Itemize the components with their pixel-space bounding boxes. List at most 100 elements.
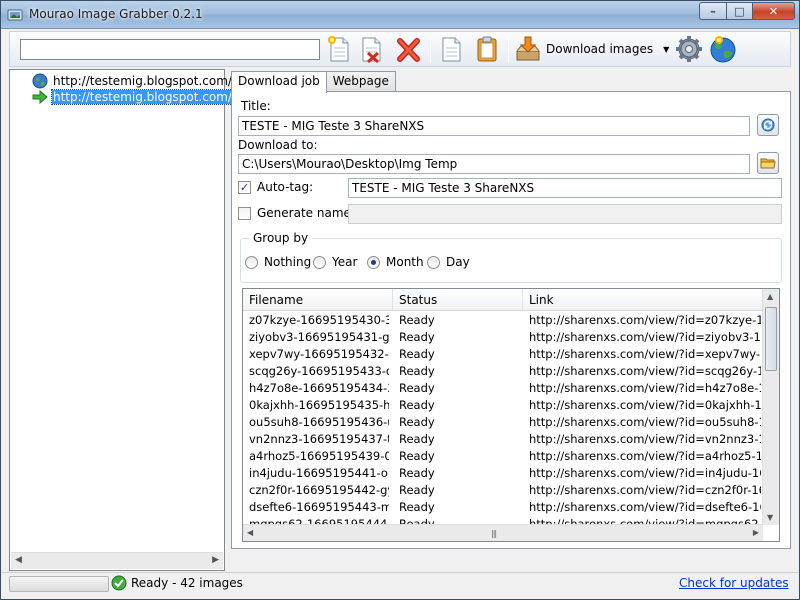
progress-bar xyxy=(9,576,109,592)
title-bar[interactable]: Mourao Image Grabber 0.2.1 – □ ✕ xyxy=(1,1,799,29)
scrollbar-thumb[interactable] xyxy=(765,307,777,371)
autotag-label: Auto-tag: xyxy=(257,180,314,194)
maximize-button[interactable]: □ xyxy=(726,2,752,20)
column-link[interactable]: Link xyxy=(523,289,763,311)
table-row[interactable]: xepv7wy-16695195432-wjh... Ready http://sh… xyxy=(243,346,763,363)
folder-icon xyxy=(760,158,776,169)
gear-icon xyxy=(676,36,702,62)
minimize-button[interactable]: – xyxy=(699,2,726,20)
scroll-up-icon[interactable]: ▲ xyxy=(767,292,773,301)
table-row[interactable]: a4rhoz5-16695195439-0z77... Ready http://s… xyxy=(243,448,763,465)
settings-button[interactable] xyxy=(674,34,704,64)
radio-label: Year xyxy=(332,255,358,269)
status-cell: Ready xyxy=(399,364,435,378)
radio-circle xyxy=(313,255,326,269)
column-filename[interactable]: Filename xyxy=(243,289,393,311)
dropdown-arrow-icon[interactable]: ▼ xyxy=(663,45,669,54)
filename-cell: a4rhoz5-16695195439-0z77... xyxy=(249,449,389,463)
table-row[interactable]: czn2f0r-16695195442-gyjpo... Ready http://… xyxy=(243,482,763,499)
link-cell: http://sharenxs.com/view/?id=dsefte6-166… xyxy=(529,500,761,514)
radio-circle-selected xyxy=(367,255,380,269)
table-row[interactable]: dsefte6-16695195443-mgdy... Ready http://s… xyxy=(243,499,763,516)
new-job-button[interactable] xyxy=(324,34,354,64)
generate-names-field[interactable] xyxy=(348,204,782,224)
clipboard-icon xyxy=(477,36,497,62)
scroll-left-icon[interactable]: ◀ xyxy=(15,555,22,565)
website-button[interactable] xyxy=(708,34,738,64)
list-horizontal-scrollbar[interactable]: ◀ ||| ▶ xyxy=(243,524,763,541)
download-images-label: Download images xyxy=(546,42,654,56)
status-bar: Ready - 42 images Check for updates xyxy=(1,572,799,599)
tab-strip: Download job Webpage xyxy=(231,71,396,93)
column-status[interactable]: Status xyxy=(393,289,523,311)
link-cell: http://sharenxs.com/view/?id=vn2nnz3-166… xyxy=(529,432,761,446)
table-row[interactable]: vn2nnz3-16695195437-tk7x... Ready http://s… xyxy=(243,431,763,448)
table-row[interactable]: ou5suh8-16695195436-umx... Ready http://sh… xyxy=(243,414,763,431)
tab-webpage[interactable]: Webpage xyxy=(325,71,396,92)
status-cell: Ready xyxy=(399,398,435,412)
status-cell: Ready xyxy=(399,330,435,344)
status-cell: Ready xyxy=(399,347,435,361)
generate-names-checkbox[interactable] xyxy=(238,207,251,220)
refresh-icon xyxy=(761,118,775,132)
status-cell: Ready xyxy=(399,313,435,327)
scroll-right-icon[interactable]: ▶ xyxy=(753,528,759,537)
toolbar-separator xyxy=(430,37,431,63)
table-row[interactable]: ziyobv3-16695195431-gwd... Ready http://sh… xyxy=(243,329,763,346)
table-row[interactable]: z07kzye-16695195430-3gu... Ready http://sh… xyxy=(243,312,763,329)
close-window-button[interactable]: ✕ xyxy=(752,2,795,20)
filename-cell: in4judu-16695195441-oi35h... xyxy=(249,466,389,480)
scroll-down-icon[interactable]: ▼ xyxy=(767,513,773,522)
scroll-right-icon[interactable]: ▶ xyxy=(212,555,219,565)
group-by-label: Group by xyxy=(249,231,313,245)
filename-cell: vn2nnz3-16695195437-tk7x... xyxy=(249,432,389,446)
table-row[interactable]: scqg26y-16695195433-dtqy... Ready http://s… xyxy=(243,363,763,380)
link-cell: http://sharenxs.com/view/?id=0kajxhh-166… xyxy=(529,398,761,412)
list-rows: z07kzye-16695195430-3gu... Ready http://sh… xyxy=(243,312,763,533)
filename-cell: ziyobv3-16695195431-gwd... xyxy=(249,330,389,344)
check-for-updates-link[interactable]: Check for updates xyxy=(679,576,789,590)
table-row[interactable]: in4judu-16695195441-oi35h... Ready http://… xyxy=(243,465,763,482)
download-to-field[interactable]: C:\Users\Mourao\Desktop\Img Temp xyxy=(238,154,750,174)
download-icon xyxy=(516,36,540,61)
radio-nothing[interactable]: Nothing xyxy=(245,255,311,269)
status-cell: Ready xyxy=(399,500,435,514)
globe-icon xyxy=(32,73,48,89)
job-tree[interactable]: http://testemig.blogspot.com/2011/ http:… xyxy=(9,69,268,571)
radio-label: Month xyxy=(386,255,424,269)
filename-cell: ou5suh8-16695195436-umx... xyxy=(249,415,389,429)
document-icon xyxy=(442,37,461,62)
window-title: Mourao Image Grabber 0.2.1 xyxy=(29,7,203,21)
autotag-checkbox[interactable]: ✓ xyxy=(238,181,251,194)
delete-document-icon xyxy=(362,37,381,63)
paste-button[interactable] xyxy=(472,34,502,64)
link-cell: http://sharenxs.com/view/?id=czn2f0r-166… xyxy=(529,483,761,497)
title-field[interactable]: TESTE - MIG Teste 3 ShareNXS xyxy=(238,116,750,136)
download-images-button[interactable]: Download images ▼ xyxy=(514,34,669,64)
tab-download-job[interactable]: Download job xyxy=(231,71,327,93)
table-row[interactable]: 0kajxhh-16695195435-h7rit... Ready http://… xyxy=(243,397,763,414)
refresh-title-button[interactable] xyxy=(757,114,779,136)
browse-folder-button[interactable] xyxy=(757,152,779,174)
toolbar: Download images ▼ xyxy=(9,31,791,67)
radio-month[interactable]: Month xyxy=(367,255,424,269)
radio-circle xyxy=(245,255,258,269)
remove-job-button[interactable] xyxy=(356,34,386,64)
table-row[interactable]: h4z7o8e-16695195434-3xta... Ready http://s… xyxy=(243,380,763,397)
group-by-box: Group by Nothing Year Month Day xyxy=(240,231,782,283)
autotag-field[interactable]: TESTE - MIG Teste 3 ShareNXS xyxy=(348,178,782,198)
radio-day[interactable]: Day xyxy=(427,255,470,269)
toolbar-separator xyxy=(508,37,509,63)
scroll-left-icon[interactable]: ◀ xyxy=(247,528,253,537)
green-arrow-icon xyxy=(32,89,48,105)
list-vertical-scrollbar[interactable]: ▲ ▼ xyxy=(762,289,779,525)
radio-year[interactable]: Year xyxy=(313,255,357,269)
image-list[interactable]: Filename Status Link z07kzye-16695195430… xyxy=(242,288,780,542)
document-button[interactable] xyxy=(436,34,466,64)
scrollbar-grip-icon[interactable]: ||| xyxy=(491,529,497,538)
link-cell: http://sharenxs.com/view/?id=ou5suh8-166… xyxy=(529,415,761,429)
tree-horizontal-scrollbar[interactable]: ◀ ▶ xyxy=(11,552,223,569)
status-cell: Ready xyxy=(399,415,435,429)
cancel-button[interactable] xyxy=(394,34,424,64)
url-input[interactable] xyxy=(20,39,320,60)
